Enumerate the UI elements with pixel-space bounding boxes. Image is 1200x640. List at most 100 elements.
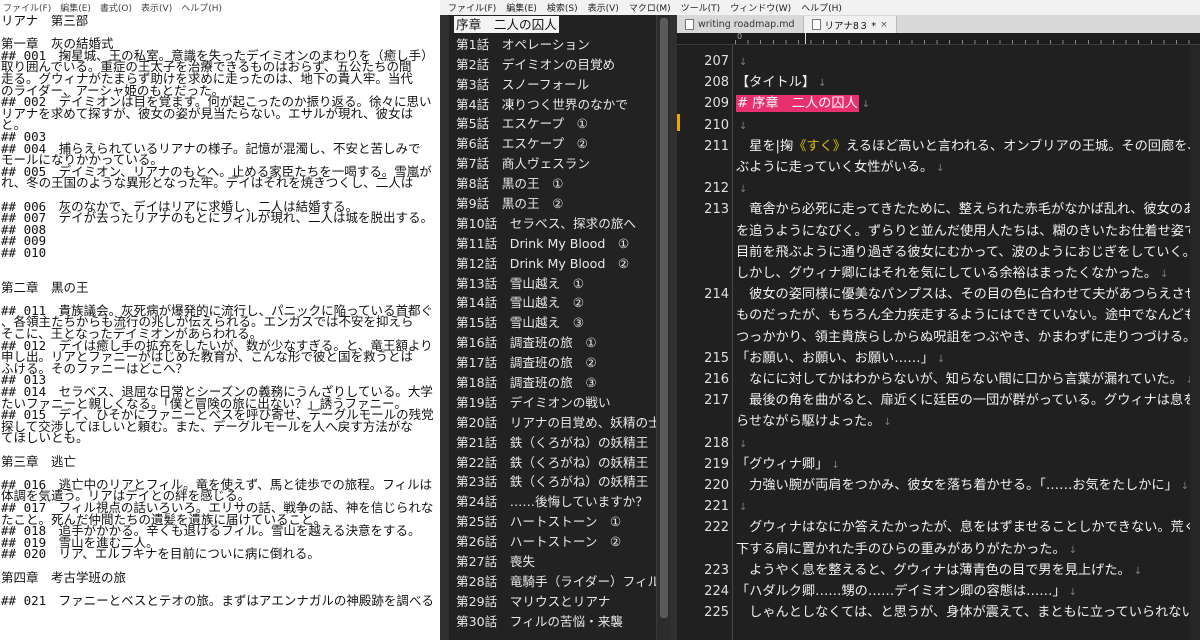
editor-line: 207 ↓ — [677, 51, 1200, 72]
line-text: ↓ — [736, 433, 1190, 455]
outline-item-label: 第9話 黒の王 ② — [456, 196, 564, 212]
outline-item[interactable]: 第9話 黒の王 ② — [449, 194, 657, 214]
outline-scrollbar[interactable] — [656, 15, 670, 640]
outline-item[interactable]: 第26話 ハートストーン ② — [449, 532, 657, 552]
right-menu-item[interactable]: ファイル(F) — [448, 1, 496, 14]
editor-line: 213 竜舎から必死に走ってきたために、整えられた赤毛がなかば乱れ、彼女のあと↓ — [677, 199, 1200, 220]
outline-item[interactable]: 第16話 調査班の旅 ① — [449, 333, 657, 353]
outline-item[interactable]: 第3話 スノーフォール — [449, 75, 657, 95]
outline-item[interactable]: 第12話 Drink My Blood ② — [449, 254, 657, 274]
editor-line: 210 ↓ — [677, 115, 1200, 136]
outline-item[interactable]: 第29話 マリウスとリアナ — [449, 592, 657, 612]
right-menu-item[interactable]: ツール(T) — [681, 1, 721, 14]
line-number: 220 — [704, 478, 729, 493]
text-segment: えるほど高いと言われる、オンブリアの王城。その回廊を、飛 — [845, 138, 1190, 154]
right-menu-item[interactable]: 表示(V) — [588, 1, 619, 14]
text-segment: 目前を飛ぶように通り過ぎる彼女にむかって、波のようにおじぎをしていく。 — [736, 244, 1190, 260]
text-segment: 彼女の姿同様に優美なパンプスは、その目の色に合わせて夫があつらえさせた — [736, 287, 1190, 303]
close-icon[interactable]: × — [880, 20, 888, 30]
outline-item[interactable]: 第18話 調査班の旅 ③ — [449, 373, 657, 393]
outline-item[interactable]: 第24話 ……後悔していますか？ — [449, 492, 657, 512]
outline-item-label: 第14話 雪山越え ② — [456, 295, 585, 311]
return-mark: ↓ — [739, 57, 748, 68]
outline-item[interactable]: 第17話 調査班の旅 ② — [449, 353, 657, 373]
right-menu-item[interactable]: ヘルプ(H) — [801, 1, 842, 14]
outline-item[interactable]: 第21話 鉄（くろがね）の妖精王 — [449, 433, 657, 453]
tab-riana[interactable]: リアナ8３ * × — [803, 16, 897, 33]
outline-item[interactable]: 序章 二人の囚人 — [449, 15, 657, 35]
left-editor-window: ファイル(F) 編集(E) 書式(O) 表示(V) ヘルプ(H) リアナ 第三部 第一章 … — [0, 0, 440, 640]
outline-item-label: 第5話 エスケープ ① — [456, 116, 588, 132]
outline-item[interactable]: 第8話 黒の王 ① — [449, 174, 657, 194]
return-mark: ↓ — [936, 163, 945, 174]
left-menu-item[interactable]: 編集(E) — [60, 1, 91, 14]
editor-line: 219 「グウィナ卿」 ↓ — [677, 454, 1200, 475]
text-segment: つっかかり、領主貴族らしからぬ呪詛をつぶやき、かまわずに走りつづける。 — [736, 329, 1190, 345]
line-text: つっかかり、領主貴族らしからぬ呪詛をつぶやき、かまわずに走りつづける。↓ — [736, 327, 1190, 349]
left-text-line: ふける。そのファニーはどこへ？ — [1, 360, 189, 376]
line-text: ↓ — [736, 178, 1190, 200]
line-text: ものだったが、もちろん全力疾走するようにはできていない。途中でなんども↓ — [736, 305, 1190, 327]
editor-line: 218 ↓ — [677, 433, 1200, 454]
right-menu-item[interactable]: 編集(E) — [506, 1, 537, 14]
outline-item[interactable]: 第4話 凍りつく世界のなかで — [449, 95, 657, 115]
line-number: 207 — [704, 54, 729, 69]
text-segment: 星を|掬 — [736, 138, 794, 154]
outline-item[interactable]: 第11話 Drink My Blood ① — [449, 234, 657, 254]
right-menu-item[interactable]: ウィンドウ(W) — [730, 1, 791, 14]
line-number: 215 — [704, 350, 729, 366]
line-text: しゃんとしなくては、と思うが、身体が震えて、まともに立っていられない↓ — [736, 602, 1190, 624]
outline-item[interactable]: 第10話 セラベス、探求の旅へ — [449, 214, 657, 234]
left-text-area[interactable]: リアナ 第三部 第一章 灰の結婚式 ## 001 掬星城、王の私室。意識を失ったデイ… — [0, 15, 440, 640]
outline-item[interactable]: 第15話 雪山越え ③ — [449, 313, 657, 333]
editor-line: 222 グウィナはなにか答えたかったが、息をはずませることしかできない。荒く上↓ — [677, 517, 1200, 538]
left-menu-item[interactable]: ヘルプ(H) — [181, 1, 222, 14]
outline-item[interactable]: 第28話 竜騎手（ライダー）フィル — [449, 572, 657, 592]
outline-item[interactable]: 第5話 エスケープ ① — [449, 114, 657, 134]
line-text: 下する肩に置かれた手のひらの重みがありがたかった。 ↓ — [736, 539, 1190, 561]
outline-item[interactable]: 第19話 デイミオンの戦い — [449, 393, 657, 413]
outline-item[interactable]: 第14話 雪山越え ② — [449, 293, 657, 313]
right-menu-item[interactable]: マクロ(M) — [629, 1, 671, 14]
outline-item[interactable]: 第22話 鉄（くろがね）の妖精王 — [449, 453, 657, 473]
editor-line: を追うようになびく。ずらりと並んだ使用人たちは、糊のきいたお仕着せ姿で、↓ — [677, 221, 1200, 242]
left-menu-item[interactable]: ファイル(F) — [3, 1, 51, 14]
editor-scrollbar[interactable] — [1190, 45, 1200, 640]
editor-line: 214 彼女の姿同様に優美なパンプスは、その目の色に合わせて夫があつらえさせた↓ — [677, 284, 1200, 305]
return-mark: ↓ — [818, 78, 827, 90]
outline-item[interactable]: 第20話 リアナの目覚め、妖精の士 — [449, 413, 657, 433]
outline-item[interactable]: 第13話 雪山越え ① — [449, 274, 657, 294]
outline-scrollbar-thumb[interactable] — [660, 18, 668, 618]
editor-line: 223 ようやく息を整えると、グウィナは薄青色の目で男を見上げた。 ↓ — [677, 560, 1200, 581]
line-number: 212 — [704, 181, 729, 197]
outline-item-label: 第18話 調査班の旅 ③ — [456, 375, 597, 391]
left-menu-item[interactable]: 表示(V) — [141, 1, 172, 14]
left-text-line: リアナ 第三部 — [1, 15, 89, 28]
outline-item[interactable]: 第7話 商人ヴェスラン — [449, 154, 657, 174]
left-text-line: ## 007 デイが去ったリアナのもとにフィルが現れ、二人は城を脱出する。 — [1, 210, 434, 226]
outline-item[interactable]: 第6話 エスケープ ② — [449, 134, 657, 154]
line-number: 224 — [704, 584, 729, 599]
editor-line: 225 しゃんとしなくては、と思うが、身体が震えて、まともに立っていられない↓ — [677, 602, 1200, 623]
return-mark: ↓ — [1160, 269, 1169, 280]
outline-item[interactable]: 第23話 鉄（くろがね）の妖精王 — [449, 472, 657, 492]
outline-item[interactable]: 第30話 フィルの苦悩・来襲 — [449, 612, 657, 632]
right-menu-item[interactable]: 検索(S) — [547, 1, 578, 14]
outline-item[interactable]: 第27話 喪失 — [449, 552, 657, 572]
editor-line: ものだったが、もちろん全力疾走するようにはできていない。途中でなんども↓ — [677, 305, 1200, 326]
line-number: 210 — [704, 117, 729, 133]
left-menu-item[interactable]: 書式(O) — [100, 1, 132, 14]
line-text: 最後の角を曲がると、扉近くに廷臣の一団が群がっている。グウィナは息を切↓ — [736, 390, 1190, 412]
outline-item-label: 第13話 雪山越え ① — [456, 275, 585, 291]
editor-line: 217 最後の角を曲がると、扉近くに廷臣の一団が群がっている。グウィナは息を切↓ — [677, 390, 1200, 411]
editor-line: 224 「ハダルク卿……甥の……デイミオン卿の容態は……」 ↓ — [677, 581, 1200, 602]
line-text: ぶように走っていく女性がいる。 ↓ — [736, 157, 1190, 179]
outline-item[interactable]: 第1話 オペレーション — [449, 35, 657, 55]
outline-item[interactable]: 第2話 デイミオンの目覚め — [449, 55, 657, 75]
left-text-line: ## 008 — [1, 221, 47, 237]
tab-writing-roadmap[interactable]: writing roadmap.md — [677, 16, 804, 33]
outline-item[interactable]: 第25話 ハートストーン ① — [449, 512, 657, 532]
editor-text-area[interactable]: 207 ↓ 208 【タイトル】 ↓ 209 # 序章 二人の囚人 ↓ 210 ↓ 211 星を|掬… — [677, 45, 1200, 640]
text-segment: 下する肩に置かれた手のひらの重みがありがたかった。 — [736, 541, 1066, 557]
text-segment: 「ハダルク卿……甥の……デイミオン卿の容態は……」 — [736, 584, 1066, 599]
